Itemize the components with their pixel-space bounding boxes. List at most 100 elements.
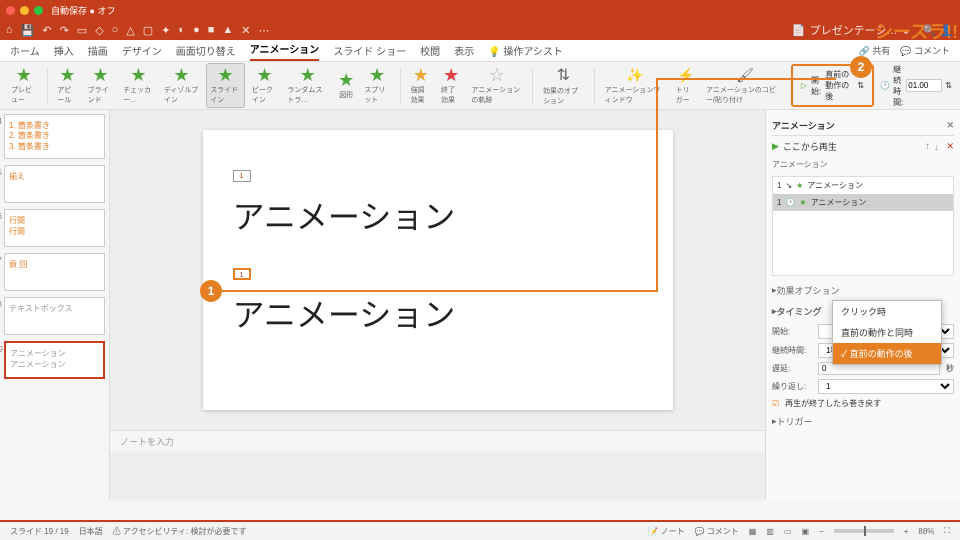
effect-blinds[interactable]: ★ブラインド xyxy=(85,64,117,107)
autosave-toggle[interactable]: 自動保存 ● オフ xyxy=(51,4,115,17)
delete-icon[interactable]: ✕ xyxy=(946,141,954,152)
animation-painter[interactable]: 🖌アニメーションのコピー/貼り付け xyxy=(703,65,787,107)
tab-design[interactable]: デザイン xyxy=(122,43,162,58)
close-icon[interactable]: ✕ xyxy=(946,120,954,131)
preview-button[interactable]: ★プレビュー xyxy=(8,64,40,107)
effect-dissolve[interactable]: ★ディゾルブイン xyxy=(161,64,202,107)
window-controls[interactable] xyxy=(6,6,43,15)
ribbon-tabs: ホーム 挿入 描画 デザイン 画面切り替え アニメーション スライド ショー 校… xyxy=(0,40,960,62)
slide-canvas[interactable]: 1 アニメーション 1 アニメーション xyxy=(203,130,673,410)
undo-icon[interactable]: ↶ xyxy=(42,24,51,37)
tab-slideshow[interactable]: スライド ショー xyxy=(333,43,406,58)
qat-more-icon[interactable]: ⋯ xyxy=(259,24,270,37)
animation-item-selected[interactable]: 1🕐★アニメーション xyxy=(773,194,953,211)
effect-random[interactable]: ★ランダムストラ… xyxy=(284,64,331,107)
effect-peek-in[interactable]: ★ピークイン xyxy=(249,64,281,107)
animation-marker[interactable]: 1 xyxy=(233,170,251,182)
tab-review[interactable]: 校閲 xyxy=(420,43,440,58)
tell-me[interactable]: 💡 操作アシスト xyxy=(488,43,563,58)
tab-animations[interactable]: アニメーション xyxy=(250,41,320,61)
animation-pane-toggle[interactable]: ✨アニメーションウィンドウ xyxy=(602,65,669,107)
qat-icon[interactable]: △ xyxy=(126,24,134,37)
duration-field[interactable]: 🕐継続時間: ⇅ xyxy=(880,64,952,108)
reorder-down-icon[interactable]: ↓ xyxy=(934,142,939,152)
clock-icon: 🕐 xyxy=(785,198,795,207)
trigger-section[interactable]: トリガー xyxy=(772,411,954,432)
fit-icon[interactable]: ⛶ xyxy=(944,526,950,536)
stepper-icon[interactable]: ⇅ xyxy=(945,81,952,90)
effect-split[interactable]: ★スプリット xyxy=(361,64,393,107)
trigger-button[interactable]: ⚡トリガー xyxy=(673,65,699,107)
qat-icon[interactable]: ▲ xyxy=(222,24,233,36)
redo-icon[interactable]: ↷ xyxy=(60,24,69,37)
qat-icon[interactable]: ◐ xyxy=(178,24,185,36)
delay-label: 遅延: xyxy=(772,363,812,374)
effect-options-section[interactable]: 効果オプション xyxy=(772,280,954,301)
slide-thumbnails[interactable]: 141. 箇条書き2. 箇条書き3. 箇条書き 15揃え 16行間行間 17貢 … xyxy=(0,110,110,500)
play-icon[interactable]: ▶ xyxy=(772,141,779,152)
accessibility-status[interactable]: ⚠ アクセシビリティ: 検討が必要です xyxy=(113,526,247,537)
comments-toggle[interactable]: 💬 コメント xyxy=(695,526,739,537)
home-icon[interactable]: ⌂ xyxy=(6,24,13,36)
animation-marker-selected[interactable]: 1 xyxy=(233,268,251,280)
thumbnail[interactable]: 141. 箇条書き2. 箇条書き3. 箇条書き xyxy=(4,114,105,159)
repeat-select[interactable]: 1 xyxy=(818,379,954,394)
tab-insert[interactable]: 挿入 xyxy=(54,43,74,58)
view-slideshow-icon[interactable]: ▣ xyxy=(801,527,809,536)
qat-icon[interactable]: ▢ xyxy=(143,24,153,37)
motion-paths[interactable]: ☆アニメーションの軌跡 xyxy=(468,64,525,107)
thumbnail[interactable]: 18テキストボックス xyxy=(4,297,105,335)
zoom-level[interactable]: 88% xyxy=(918,527,934,536)
callout-2: 2 xyxy=(850,56,872,78)
thumbnail-selected[interactable]: 19アニメーションアニメーション xyxy=(4,341,105,379)
tab-home[interactable]: ホーム xyxy=(10,43,40,58)
checkbox-icon[interactable]: ☑ xyxy=(772,399,779,408)
animation-list: 1↘★アニメーション 1🕐★アニメーション xyxy=(772,176,954,276)
play-from-here[interactable]: ここから再生 xyxy=(783,140,837,153)
rewind-label: 再生が終了したら巻き戻す xyxy=(785,398,881,409)
popup-option-click[interactable]: クリック時 xyxy=(833,301,941,322)
exit-effects[interactable]: ★終了効果 xyxy=(438,64,464,107)
reorder-up-icon[interactable]: ↑ xyxy=(925,141,930,152)
qat-icon[interactable]: ◇ xyxy=(95,24,103,37)
thumbnail[interactable]: 15揃え xyxy=(4,165,105,203)
tab-draw[interactable]: 描画 xyxy=(88,43,108,58)
effect-checker[interactable]: ★チェッカー… xyxy=(120,64,157,107)
save-icon[interactable]: 💾 xyxy=(21,24,35,37)
document-icon: 📄 xyxy=(792,24,806,37)
qat-icon[interactable]: ● xyxy=(193,24,200,36)
effect-slide-in[interactable]: ★スライドイン xyxy=(206,63,245,108)
tab-transitions[interactable]: 画面切り替え xyxy=(176,43,236,58)
language-indicator[interactable]: 日本語 xyxy=(79,526,103,537)
qat-icon[interactable]: ○ xyxy=(112,24,119,36)
effect-shape[interactable]: ★図形 xyxy=(335,69,357,102)
thumbnail[interactable]: 16行間行間 xyxy=(4,209,105,247)
qat-icon[interactable]: ■ xyxy=(208,24,215,36)
slide-text-2[interactable]: アニメーション xyxy=(233,290,643,336)
notes-toggle[interactable]: 📝 ノート xyxy=(648,526,684,537)
duration-input[interactable] xyxy=(906,79,942,92)
view-reading-icon[interactable]: ▭ xyxy=(784,527,792,536)
notes-field[interactable]: ノートを入力 xyxy=(110,430,765,452)
animation-item[interactable]: 1↘★アニメーション xyxy=(773,177,953,194)
brand-watermark: シースラ!! xyxy=(875,18,958,44)
view-sorter-icon[interactable]: ▥ xyxy=(766,527,774,536)
zoom-slider[interactable] xyxy=(834,529,894,533)
qat-icon[interactable]: ✕ xyxy=(241,24,250,37)
effect-options[interactable]: ⇅効果のオプション xyxy=(540,63,587,108)
zoom-out-icon[interactable]: − xyxy=(819,527,824,536)
qat-icon[interactable]: ▭ xyxy=(77,24,87,37)
zoom-in-icon[interactable]: + xyxy=(904,527,909,536)
callout-1: 1 xyxy=(200,280,222,302)
share-button[interactable]: 🔗 共有 xyxy=(859,44,891,57)
effect-appeal[interactable]: ★アピール xyxy=(54,64,80,107)
qat-icon[interactable]: ✦ xyxy=(161,24,170,37)
popup-option-with-prev[interactable]: 直前の動作と同時 xyxy=(833,322,941,343)
tab-view[interactable]: 表示 xyxy=(454,43,474,58)
thumbnail[interactable]: 17貢 回 xyxy=(4,253,105,291)
slide-text-1[interactable]: アニメーション xyxy=(233,192,643,238)
popup-option-after-prev[interactable]: 直前の動作の後 xyxy=(833,343,941,364)
comments-button[interactable]: 💬 コメント xyxy=(900,44,950,57)
emphasis-effects[interactable]: ★強調効果 xyxy=(408,64,434,107)
view-normal-icon[interactable]: ▦ xyxy=(749,527,757,536)
